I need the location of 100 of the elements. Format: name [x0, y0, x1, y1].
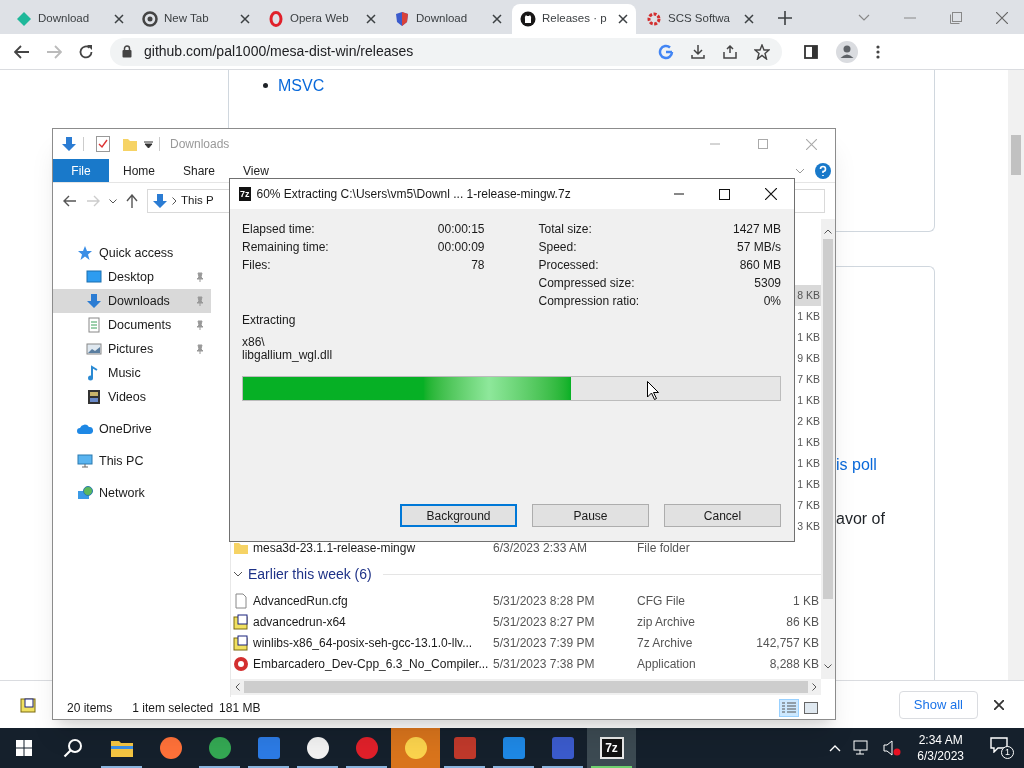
body-text: avor of — [836, 509, 886, 529]
file-name: winlibs-x86_64-posix-seh-gcc-13.1.0-llv... — [253, 634, 474, 652]
address-bar[interactable]: github.com/pal1000/mesa-dist-win/releases — [110, 37, 782, 66]
file-name: advancedrun-x64 — [253, 613, 347, 631]
app-icon: 7z — [599, 737, 624, 759]
ribbon-tab[interactable]: View — [229, 159, 283, 182]
help-icon[interactable] — [815, 162, 831, 179]
speaker-muted-icon[interactable] — [883, 740, 902, 756]
chevron-left-icon[interactable] — [235, 683, 240, 691]
archive-icon — [20, 696, 36, 713]
browser-tab[interactable]: New Tab — [134, 4, 258, 34]
side-panel-icon[interactable] — [804, 44, 818, 59]
chevron-down-icon[interactable] — [109, 198, 117, 204]
reload-icon[interactable] — [78, 43, 94, 60]
file-size: 86 KB — [785, 613, 819, 631]
download-arrow-icon[interactable] — [61, 136, 77, 152]
back-icon[interactable] — [14, 44, 30, 59]
file-row[interactable]: winlibs-x86_64-posix-seh-gcc-13.1.0-llv... 5/31/2023 7:39 PM 7z Archive 142,757 KB — [231, 632, 821, 653]
file-row[interactable]: Embarcadero_Dev-Cpp_6.3_No_Compiler... 5/31/2023 7:38 PM Application 8,288 KB — [231, 653, 821, 674]
dialog-button[interactable]: Pause — [532, 504, 649, 527]
file-row[interactable]: AdvancedRun.cfg 5/31/2023 8:28 PM CFG File 1 KB — [231, 590, 821, 611]
notification-button[interactable]: 1 — [990, 737, 1014, 759]
chevron-down-icon[interactable] — [233, 571, 243, 577]
browser-tab[interactable]: Download — [8, 4, 132, 34]
msvc-link[interactable]: MSVC — [278, 74, 325, 98]
download-icon[interactable] — [690, 43, 706, 60]
close-icon[interactable] — [765, 188, 777, 200]
nav-item[interactable]: Quick access — [53, 241, 211, 265]
stat-label: Files: — [242, 257, 271, 274]
status-text: 181 MB — [219, 700, 261, 717]
app-icon: 7z — [239, 187, 251, 201]
nav-item[interactable]: Downloads — [53, 289, 211, 313]
operation-label: Extracting — [242, 312, 297, 329]
ring-icon — [268, 11, 284, 27]
large-icons-view-icon — [804, 702, 818, 714]
more-icon[interactable] — [876, 44, 880, 59]
chevron-up-icon[interactable] — [824, 229, 832, 234]
taskbar-button[interactable]: 7z — [587, 728, 636, 768]
back-icon[interactable] — [63, 195, 77, 207]
nav-item[interactable]: Videos — [53, 385, 211, 409]
stat-value: 57 MB/s — [737, 239, 781, 256]
checklist-icon[interactable] — [96, 136, 110, 152]
url-text: github.com/pal1000/mesa-dist-win/releases — [144, 42, 414, 61]
plus-icon[interactable] — [778, 11, 792, 25]
close-icon[interactable] — [618, 14, 628, 24]
tab-title: New Tab — [164, 11, 210, 27]
browser-tab[interactable]: Releases · p — [512, 4, 636, 34]
close-icon[interactable] — [240, 14, 250, 24]
dialog-button[interactable]: Cancel — [664, 504, 781, 527]
stat-label: Total size: — [538, 221, 592, 238]
nav-label: Desktop — [108, 268, 154, 286]
stat-label: Remaining time: — [242, 239, 329, 256]
archive-icon — [233, 634, 249, 651]
file-size: 7 KB — [797, 497, 820, 513]
stat-label: Speed: — [538, 239, 577, 256]
share-icon[interactable] — [722, 43, 738, 60]
nav-item[interactable]: This PC — [53, 449, 211, 473]
dialog-button[interactable]: Background — [400, 504, 517, 527]
tab-title: Download — [416, 11, 469, 27]
nav-item[interactable]: Network — [53, 481, 211, 505]
window-title: Downloads — [170, 136, 230, 153]
file-date: 6/3/2023 2:33 AM — [493, 539, 589, 557]
browser-tab[interactable]: SCS Softwa — [638, 4, 762, 34]
file-size: 3 KB — [797, 518, 820, 534]
view-button[interactable] — [801, 699, 821, 717]
nav-item[interactable]: Pictures — [53, 337, 211, 361]
tab-title: Opera Web — [290, 11, 350, 27]
nav-item[interactable]: OneDrive — [53, 417, 211, 441]
windows-logo-icon[interactable] — [16, 740, 32, 756]
close-icon[interactable] — [366, 14, 376, 24]
nav-item[interactable]: Music — [53, 361, 211, 385]
nav-item[interactable]: Documents — [53, 313, 211, 337]
nav-item[interactable]: Desktop — [53, 265, 211, 289]
status-text: 1 item selected — [132, 700, 214, 717]
group-header[interactable]: Earlier this week (6) — [248, 563, 372, 585]
poll-link[interactable]: is poll — [836, 453, 934, 477]
file-row[interactable]: advancedrun-x64 5/31/2023 8:27 PM zip Archive 86 KB — [231, 611, 821, 632]
letter-g-icon[interactable] — [658, 43, 674, 60]
close-icon[interactable] — [994, 699, 1004, 710]
file-size: 9 KB — [797, 350, 820, 366]
file-size: 1 KB — [797, 308, 820, 324]
chevron-down-icon[interactable] — [824, 664, 832, 669]
up-arrow-icon[interactable] — [126, 194, 138, 208]
star-icon[interactable] — [754, 43, 770, 60]
close-icon[interactable] — [744, 14, 754, 24]
nav-label: OneDrive — [99, 420, 152, 438]
chevron-right-icon[interactable] — [812, 683, 817, 691]
browser-tab[interactable]: Opera Web — [260, 4, 384, 34]
caret-icon[interactable] — [144, 140, 153, 148]
ribbon-tab[interactable]: Home — [109, 159, 169, 182]
browser-tab[interactable]: Download — [386, 4, 510, 34]
clock[interactable]: 2:34 AM 6/3/2023 — [913, 732, 968, 764]
profile-icon[interactable] — [836, 40, 858, 63]
maximize-icon[interactable] — [719, 188, 730, 200]
close-icon[interactable] — [492, 14, 502, 24]
close-icon[interactable] — [114, 14, 124, 24]
ribbon-tab[interactable]: Share — [169, 159, 230, 182]
search-icon[interactable] — [62, 738, 83, 758]
monitor-icon — [77, 453, 93, 469]
show-all-button[interactable]: Show all — [898, 690, 978, 719]
